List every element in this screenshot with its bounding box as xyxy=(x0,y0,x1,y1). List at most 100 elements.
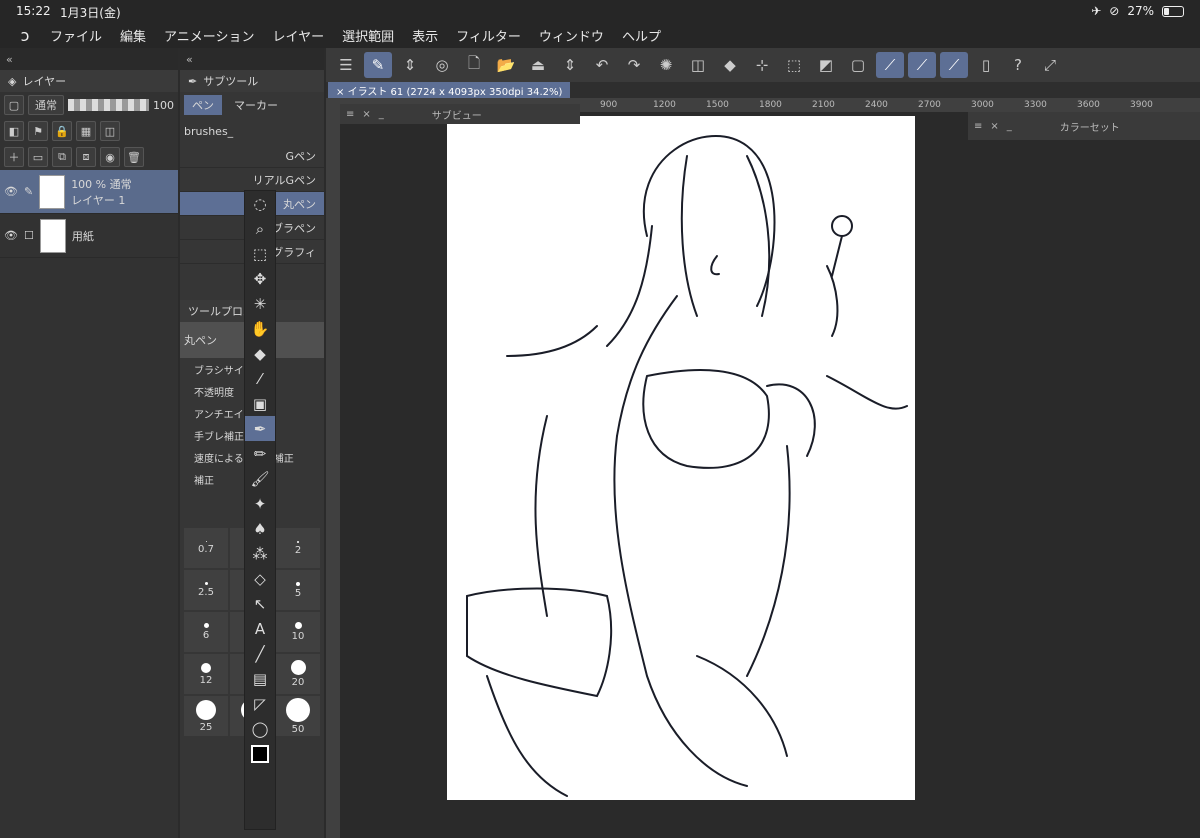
size-cell[interactable]: 0.7 xyxy=(184,528,228,568)
frame-icon[interactable]: ▤ xyxy=(245,666,275,691)
reference-icon[interactable]: ⚑ xyxy=(28,121,48,141)
menu-window[interactable]: ウィンドウ xyxy=(539,26,604,45)
eye-icon[interactable]: 👁 xyxy=(4,185,18,198)
open-folder-icon[interactable]: 📂 xyxy=(492,52,520,78)
menu-animation[interactable]: アニメーション xyxy=(164,26,254,45)
menu-help[interactable]: ヘルプ xyxy=(622,26,661,45)
chevron-updown-icon[interactable]: ⇕ xyxy=(396,52,424,78)
object-select-icon[interactable]: ⬚ xyxy=(245,241,275,266)
deselect-icon[interactable]: ⬚ xyxy=(780,52,808,78)
document-tab[interactable]: × イラスト 61 (2724 x 4093px 350dpi 34.2%) xyxy=(328,82,571,98)
size-cell[interactable]: 5 xyxy=(276,570,320,610)
layer-row-1[interactable]: 👁 ✎ 100 % 通常 レイヤー 1 xyxy=(0,170,178,214)
edit-icon[interactable]: ✎ xyxy=(364,52,392,78)
layer-mask-icon[interactable]: ◉ xyxy=(100,147,120,167)
layer-row-paper[interactable]: 👁 ☐ 用紙 xyxy=(0,214,178,258)
menu-edit[interactable]: 編集 xyxy=(120,26,146,45)
size-cell[interactable]: 20 xyxy=(276,654,320,694)
new-file-icon[interactable]: 🗋 xyxy=(460,52,488,78)
tab-pen[interactable]: ペン xyxy=(184,95,222,115)
tab-marker[interactable]: マーカー xyxy=(226,95,286,115)
opacity-slider[interactable] xyxy=(68,99,149,111)
lock-transparent-icon[interactable]: ▦ xyxy=(76,121,96,141)
checkbox[interactable]: ☐ xyxy=(24,229,34,242)
chevron-left-icon[interactable]: « xyxy=(186,53,193,66)
main-color-swatch[interactable] xyxy=(245,741,275,766)
redo-icon[interactable]: ↷ xyxy=(620,52,648,78)
menu-icon[interactable]: ≡ xyxy=(346,109,354,120)
chevron-updown-icon[interactable]: ⇕ xyxy=(556,52,584,78)
blend-icon[interactable]: ♠ xyxy=(245,516,275,541)
eraser-icon[interactable]: ◇ xyxy=(245,566,275,591)
menu-icon[interactable]: ☰ xyxy=(332,52,360,78)
menu-selection[interactable]: 選択範囲 xyxy=(342,26,394,45)
zoom-icon[interactable]: ⌕ xyxy=(245,216,275,241)
move-icon[interactable]: ✥ xyxy=(245,266,275,291)
size-cell[interactable]: 25 xyxy=(184,696,228,736)
operation-icon[interactable]: ↖ xyxy=(245,591,275,616)
colorset-panel[interactable]: ≡ × _ カラーセット xyxy=(968,112,1200,140)
menu-filter[interactable]: フィルター xyxy=(456,26,521,45)
menu-icon[interactable]: ≡ xyxy=(974,121,982,132)
brush-group[interactable]: brushes_ xyxy=(180,118,324,144)
layer-panel-collapse[interactable]: « xyxy=(0,48,178,70)
duplicate-icon[interactable]: ⧉ xyxy=(52,147,72,167)
layer-color-icon[interactable]: ▢ xyxy=(4,95,24,115)
brush-item[interactable]: Gペン xyxy=(180,144,324,168)
chevron-left-icon[interactable]: « xyxy=(6,53,13,66)
line-icon[interactable]: ╱ xyxy=(245,641,275,666)
fill-icon[interactable]: ◆ xyxy=(245,341,275,366)
eyedropper-icon[interactable]: ⁄ xyxy=(245,366,275,391)
sparkle-icon[interactable]: ✦ xyxy=(245,491,275,516)
invert-icon[interactable]: ◩ xyxy=(812,52,840,78)
help-icon[interactable]: ? xyxy=(1004,52,1032,78)
pen-tool-icon[interactable]: ✒ xyxy=(245,416,275,441)
brush-snap-icon[interactable]: ⟋ xyxy=(908,52,936,78)
gradient-icon[interactable]: ▣ xyxy=(245,391,275,416)
size-cell[interactable]: 2.5 xyxy=(184,570,228,610)
mask-icon[interactable]: ◫ xyxy=(100,121,120,141)
clear-icon[interactable]: ◫ xyxy=(684,52,712,78)
size-cell[interactable]: 12 xyxy=(184,654,228,694)
fill-icon[interactable]: ◆ xyxy=(716,52,744,78)
balloon-icon[interactable]: ◯ xyxy=(245,716,275,741)
opacity-value[interactable]: 100 xyxy=(153,99,174,112)
magic-wand-icon[interactable]: ✳ xyxy=(245,291,275,316)
delete-layer-icon[interactable]: 🗑 xyxy=(124,147,144,167)
close-icon[interactable]: × xyxy=(990,121,998,132)
save-icon[interactable]: ⏏ xyxy=(524,52,552,78)
close-icon[interactable]: × xyxy=(362,109,370,120)
size-cell[interactable]: 10 xyxy=(276,612,320,652)
transform-icon[interactable]: ⊹ xyxy=(748,52,776,78)
canvas-paper[interactable] xyxy=(447,116,915,800)
brush-icon[interactable]: 🖌 xyxy=(245,466,275,491)
brush-item[interactable]: リアルGペン xyxy=(180,168,324,192)
selection-border-icon[interactable]: ▢ xyxy=(844,52,872,78)
clip-icon[interactable]: ◧ xyxy=(4,121,24,141)
expand-icon[interactable]: ⤢ xyxy=(1036,52,1064,78)
minimize-icon[interactable]: _ xyxy=(379,109,384,120)
phone-icon[interactable]: ▯ xyxy=(972,52,1000,78)
menu-view[interactable]: 表示 xyxy=(412,26,438,45)
new-folder-icon[interactable]: ▭ xyxy=(28,147,48,167)
menu-file[interactable]: ファイル xyxy=(50,26,102,45)
airbrush-icon[interactable]: ⁂ xyxy=(245,541,275,566)
subtool-collapse[interactable]: « xyxy=(180,48,324,70)
ruler-snap-icon[interactable]: ⟋ xyxy=(876,52,904,78)
spinner-icon[interactable]: ✺ xyxy=(652,52,680,78)
size-cell[interactable]: 2 xyxy=(276,528,320,568)
close-icon[interactable]: × xyxy=(336,87,344,98)
hand-icon[interactable]: ✋ xyxy=(245,316,275,341)
line-snap-icon[interactable]: ⟋ xyxy=(940,52,968,78)
app-logo-icon[interactable]: ↄ xyxy=(0,26,50,45)
pencil-icon[interactable]: ✏ xyxy=(245,441,275,466)
text-icon[interactable]: A xyxy=(245,616,275,641)
blend-mode-select[interactable]: 通常 xyxy=(28,95,64,115)
canvas-area[interactable] xyxy=(340,112,1200,838)
undo-icon[interactable]: ↶ xyxy=(588,52,616,78)
ruler-icon[interactable]: ◸ xyxy=(245,691,275,716)
lock-icon[interactable]: 🔒 xyxy=(52,121,72,141)
eye-icon[interactable]: 👁 xyxy=(4,229,18,242)
size-cell[interactable]: 6 xyxy=(184,612,228,652)
size-cell[interactable]: 50 xyxy=(276,696,320,736)
